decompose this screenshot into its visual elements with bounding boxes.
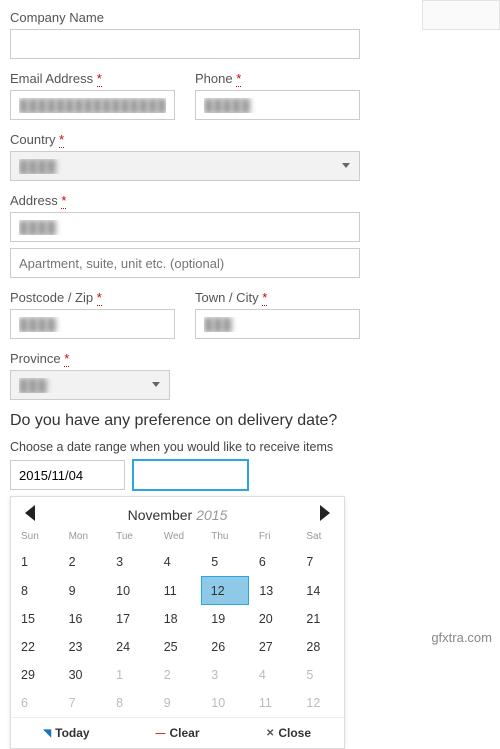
- calendar-year: 2015: [196, 507, 227, 523]
- company-input[interactable]: [10, 29, 360, 59]
- address1-input[interactable]: [10, 212, 360, 242]
- phone-label: Phone *: [195, 71, 360, 86]
- calendar-day[interactable]: 3: [201, 661, 249, 689]
- today-button[interactable]: ◥Today: [11, 718, 122, 748]
- calendar-day[interactable]: 17: [106, 605, 154, 634]
- clear-icon: —: [155, 728, 165, 739]
- calendar-day[interactable]: 12: [296, 689, 344, 717]
- calendar-day[interactable]: 10: [106, 577, 154, 605]
- calendar-day[interactable]: 2: [59, 548, 107, 577]
- dow-header: Tue: [106, 527, 154, 548]
- calendar-day[interactable]: 3: [106, 548, 154, 577]
- email-input[interactable]: [10, 90, 175, 120]
- date-from-input[interactable]: [10, 460, 125, 490]
- dow-header: Mon: [59, 527, 107, 548]
- required-mark: *: [262, 290, 267, 306]
- calendar-day[interactable]: 11: [154, 577, 202, 605]
- calendar-day[interactable]: 12: [201, 577, 249, 605]
- address2-input[interactable]: [10, 248, 360, 278]
- calendar-day[interactable]: 19: [201, 605, 249, 634]
- calendar-day[interactable]: 4: [154, 548, 202, 577]
- required-mark: *: [64, 351, 69, 367]
- calendar-grid: SunMonTueWedThuFriSat 123456789101112131…: [11, 527, 344, 717]
- calendar-day[interactable]: 8: [106, 689, 154, 717]
- calendar-day[interactable]: 8: [11, 577, 59, 605]
- province-label: Province *: [10, 351, 360, 366]
- company-label: Company Name: [10, 10, 360, 25]
- close-button[interactable]: ✕Close: [233, 718, 344, 748]
- calendar-day[interactable]: 28: [296, 633, 344, 661]
- date-to-input[interactable]: [133, 460, 248, 490]
- calendar-day[interactable]: 13: [249, 577, 297, 605]
- calendar-day[interactable]: 26: [201, 633, 249, 661]
- country-label: Country *: [10, 132, 360, 147]
- city-input[interactable]: [195, 309, 360, 339]
- prev-month-icon[interactable]: [25, 505, 35, 521]
- calendar-month[interactable]: November2015: [128, 507, 228, 523]
- dow-header: Thu: [201, 527, 249, 548]
- calendar-day[interactable]: 27: [249, 633, 297, 661]
- calendar-day[interactable]: 10: [201, 689, 249, 717]
- calendar-day[interactable]: 14: [296, 577, 344, 605]
- calendar-day[interactable]: 2: [154, 661, 202, 689]
- postcode-input[interactable]: [10, 309, 175, 339]
- today-icon: ◥: [43, 728, 51, 739]
- calendar-day[interactable]: 11: [249, 689, 297, 717]
- email-label: Email Address *: [10, 71, 175, 86]
- calendar-day[interactable]: 4: [249, 661, 297, 689]
- city-label: Town / City *: [195, 290, 360, 305]
- dow-header: Sat: [296, 527, 344, 548]
- phone-input[interactable]: [195, 90, 360, 120]
- dow-header: Wed: [154, 527, 202, 548]
- dow-header: Sun: [11, 527, 59, 548]
- calendar-day[interactable]: 20: [249, 605, 297, 634]
- calendar-day[interactable]: 16: [59, 605, 107, 634]
- calendar-day[interactable]: 7: [59, 689, 107, 717]
- datepicker: November2015 SunMonTueWedThuFriSat 12345…: [10, 496, 345, 749]
- address-label: Address *: [10, 193, 360, 208]
- required-mark: *: [59, 132, 64, 148]
- calendar-day[interactable]: 21: [296, 605, 344, 634]
- required-mark: *: [97, 290, 102, 306]
- next-month-icon[interactable]: [320, 505, 330, 521]
- checkout-form: Company Name Email Address * Phone * Cou…: [0, 0, 370, 749]
- calendar-day[interactable]: 6: [249, 548, 297, 577]
- calendar-day[interactable]: 6: [11, 689, 59, 717]
- calendar-day[interactable]: 29: [11, 661, 59, 689]
- postcode-label: Postcode / Zip *: [10, 290, 175, 305]
- side-panel-fragment: [422, 0, 500, 30]
- country-select[interactable]: [10, 151, 360, 181]
- calendar-day[interactable]: 23: [59, 633, 107, 661]
- required-mark: *: [97, 71, 102, 87]
- delivery-heading: Do you have any preference on delivery d…: [10, 412, 360, 430]
- calendar-day[interactable]: 9: [154, 689, 202, 717]
- calendar-day[interactable]: 15: [11, 605, 59, 634]
- calendar-day[interactable]: 1: [11, 548, 59, 577]
- clear-button[interactable]: —Clear: [122, 718, 233, 748]
- province-select[interactable]: [10, 370, 170, 400]
- calendar-day[interactable]: 1: [106, 661, 154, 689]
- calendar-day[interactable]: 24: [106, 633, 154, 661]
- calendar-day[interactable]: 5: [296, 661, 344, 689]
- calendar-day[interactable]: 30: [59, 661, 107, 689]
- required-mark: *: [61, 193, 66, 209]
- close-icon: ✕: [266, 728, 274, 739]
- calendar-day[interactable]: 18: [154, 605, 202, 634]
- watermark: gfxtra.com: [431, 630, 492, 645]
- required-mark: *: [236, 71, 241, 87]
- calendar-day[interactable]: 7: [296, 548, 344, 577]
- range-label: Choose a date range when you would like …: [10, 440, 360, 454]
- calendar-day[interactable]: 22: [11, 633, 59, 661]
- calendar-day[interactable]: 25: [154, 633, 202, 661]
- calendar-day[interactable]: 9: [59, 577, 107, 605]
- calendar-day[interactable]: 5: [201, 548, 249, 577]
- dow-header: Fri: [249, 527, 297, 548]
